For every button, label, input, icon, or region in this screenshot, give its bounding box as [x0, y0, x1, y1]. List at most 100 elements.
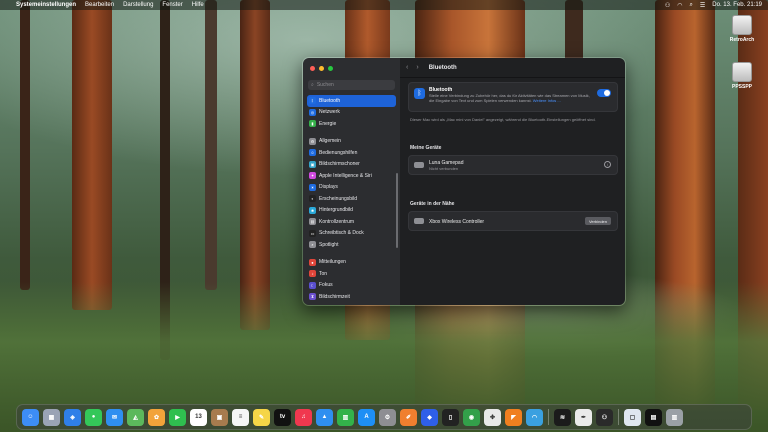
close-button[interactable]	[310, 65, 315, 71]
sidebar-item-label: Spotlight	[319, 241, 339, 248]
sidebar-item-hintergrundbild[interactable]: ❀ Hintergrundbild	[307, 205, 396, 217]
dock-apple-tv-icon[interactable]: tv	[274, 408, 291, 426]
back-chevron-icon[interactable]: ‹	[406, 64, 408, 71]
sidebar-item-bluetooth[interactable]: ᛒ Bluetooth	[307, 95, 396, 107]
dock-finder-icon[interactable]: ☺	[22, 408, 39, 426]
menu-bearbeiten[interactable]: Bearbeiten	[85, 2, 114, 8]
dock-gpu-app-icon[interactable]: ◉	[463, 408, 480, 426]
device-status: Nicht verbunden	[429, 166, 459, 171]
sidebar-item-label: Bildschirmschoner	[319, 161, 360, 168]
dock-photos-icon[interactable]: ✿	[148, 408, 165, 426]
mitteilungen-icon: ●	[309, 258, 316, 266]
dock: ☺ ▦ ◈ ● ✉ ◭ ✿ ▶ 13 ▣ ≡ ✎ tv ♫ ▲ ▥ A ⚙ ✐ ◆ ▯ ◉ ✤ ◤ ◠ ≋ ✒ ⚇ ▢ ▤ ▥	[16, 404, 752, 430]
sidebar-item-netzwerk[interactable]: ◎ Netzwerk	[307, 107, 396, 119]
apple-intelligence-siri-icon: ✦	[309, 172, 316, 180]
dock-trash-icon[interactable]: ▥	[666, 408, 683, 426]
menu-fenster[interactable]: Fenster	[162, 2, 182, 8]
dock-preview-icon[interactable]: ▢	[624, 408, 641, 426]
desktop-icon-ppsspp[interactable]: PPSSPP	[726, 62, 758, 90]
connect-button[interactable]: Verbinden	[584, 217, 611, 225]
bluetooth-toggle[interactable]	[597, 89, 611, 97]
gamepad-status-icon[interactable]: ⚇	[665, 2, 670, 9]
datetime[interactable]: Do. 13. Feb. 21:19	[712, 2, 762, 8]
erscheinungsbild-icon: ◐	[309, 195, 316, 203]
search-field[interactable]: ⌕ Suchen	[308, 80, 395, 90]
dock-system-settings-icon[interactable]: ⚙	[379, 408, 396, 426]
dock-launchpad-icon[interactable]: ▦	[43, 408, 60, 426]
sidebar-item-energie[interactable]: ▮ Energie	[307, 118, 396, 130]
dock-xcode-blue-icon[interactable]: ◆	[421, 408, 438, 426]
info-icon[interactable]: i	[604, 161, 611, 168]
displays-icon: ☀	[309, 183, 316, 191]
control-center-icon[interactable]: ☰	[700, 2, 705, 9]
sidebar-item-label: Displays	[319, 184, 338, 191]
dock-game-center-icon[interactable]: ✤	[484, 408, 501, 426]
minimize-button[interactable]	[319, 65, 324, 71]
menu-hilfe[interactable]: Hilfe	[192, 2, 204, 8]
sidebar-item-fokus[interactable]: ☾ Fokus	[307, 280, 396, 292]
sidebar-item-bildschirmschoner[interactable]: ▣ Bildschirmschoner	[307, 159, 396, 171]
dock-fox-app-icon[interactable]: ◤	[505, 408, 522, 426]
dock-dashboard-icon[interactable]: ▤	[645, 408, 662, 426]
sidebar-item-erscheinungsbild[interactable]: ◐ Erscheinungsbild	[307, 193, 396, 205]
dock-vpn-app-icon[interactable]: ◠	[526, 408, 543, 426]
sidebar-item-apple-intelligence-siri[interactable]: ✦ Apple Intelligence & Siri	[307, 170, 396, 182]
dock-keynote-icon[interactable]: ▲	[316, 408, 333, 426]
tree-trunk	[72, 0, 112, 310]
dock-calendar-icon[interactable]: 13	[190, 408, 207, 426]
dock-iphone-mirroring-icon[interactable]: ▯	[442, 408, 459, 426]
sidebar-item-label: Energie	[319, 120, 337, 127]
dock-notes-brown-icon[interactable]: ▣	[211, 408, 228, 426]
bildschirmzeit-icon: ⧗	[309, 293, 316, 301]
dock-pen-app-icon[interactable]: ✒	[575, 408, 592, 426]
menu-darstellung[interactable]: Darstellung	[123, 2, 153, 8]
sidebar-item-kontrollzentrum[interactable]: ▤ Kontrollzentrum	[307, 216, 396, 228]
dock-maps-icon[interactable]: ◭	[127, 408, 144, 426]
dock-gamepad-app-icon[interactable]: ⚇	[596, 408, 613, 426]
sidebar-item-ton[interactable]: ♪ Ton	[307, 268, 396, 280]
dock-mail-icon[interactable]: ✉	[106, 408, 123, 426]
dock-pages-icon[interactable]: ✐	[400, 408, 417, 426]
sidebar-item-schreibtisch-dock[interactable]: ▭ Schreibtisch & Dock	[307, 228, 396, 240]
dock-numbers-icon[interactable]: ▥	[337, 408, 354, 426]
sidebar-scrollbar[interactable]	[396, 173, 398, 248]
zoom-button[interactable]	[328, 65, 333, 71]
sidebar-item-label: Kontrollzentrum	[319, 218, 355, 225]
hintergrundbild-icon: ❀	[309, 206, 316, 214]
sidebar-item-mitteilungen[interactable]: ● Mitteilungen	[307, 257, 396, 269]
sidebar-item-label: Bluetooth	[319, 97, 341, 104]
dock-facetime-icon[interactable]: ▶	[169, 408, 186, 426]
sidebar-list: ᛒ Bluetooth ◎ Netzwerk ▮ Energie ⚙ Allgemein ☺ Be…	[303, 95, 400, 303]
more-info-link[interactable]: Weitere Infos ...	[533, 98, 561, 103]
dock-messages-icon[interactable]: ●	[85, 408, 102, 426]
sidebar-item-displays[interactable]: ☀ Displays	[307, 182, 396, 194]
bluetooth-card: ᛒ Bluetooth Stelle eine Verbindung zu Zu…	[408, 82, 618, 112]
sidebar-item-allgemein[interactable]: ⚙ Allgemein	[307, 136, 396, 148]
menu-app-name[interactable]: Systemeinstellungen	[16, 2, 76, 8]
disk-icon	[732, 15, 752, 35]
visibility-note: Dieser Mac wird als „Mac mini von Daniel…	[410, 117, 596, 122]
dock-audio-app-icon[interactable]: ≋	[554, 408, 571, 426]
wifi-icon[interactable]: ◠	[677, 2, 682, 9]
system-settings-window: ⌕ Suchen ᛒ Bluetooth ◎ Netzwerk ▮ Energie ⚙ All…	[302, 57, 626, 306]
search-icon[interactable]: ⌕	[690, 2, 693, 9]
desktop-icon-retroarch[interactable]: RetroArch	[726, 15, 758, 43]
sidebar-item-label: Hintergrundbild	[319, 207, 353, 214]
device-row-xbox[interactable]: Xbox Wireless Controller Verbinden	[408, 211, 618, 231]
sidebar-item-spotlight[interactable]: ⌕ Spotlight	[307, 239, 396, 251]
dock-safari-icon[interactable]: ◈	[64, 408, 81, 426]
sidebar-item-bedienungshilfen[interactable]: ☺ Bedienungshilfen	[307, 147, 396, 159]
dock-app-store-icon[interactable]: A	[358, 408, 375, 426]
tree-trunk	[205, 0, 217, 290]
dock-music-icon[interactable]: ♫	[295, 408, 312, 426]
menubar: Systemeinstellungen Bearbeiten Darstellu…	[0, 0, 768, 10]
sidebar-item-label: Bedienungshilfen	[319, 149, 358, 156]
dock-notes-icon[interactable]: ✎	[253, 408, 270, 426]
dock-reminders-icon[interactable]: ≡	[232, 408, 249, 426]
device-row-luna[interactable]: Luna Gamepad Nicht verbunden i	[408, 155, 618, 175]
forward-chevron-icon[interactable]: ›	[416, 64, 418, 71]
bluetooth-icon: ᛒ	[414, 88, 425, 99]
sidebar-item-bildschirmzeit[interactable]: ⧗ Bildschirmzeit	[307, 291, 396, 303]
schreibtisch-dock-icon: ▭	[309, 229, 316, 237]
